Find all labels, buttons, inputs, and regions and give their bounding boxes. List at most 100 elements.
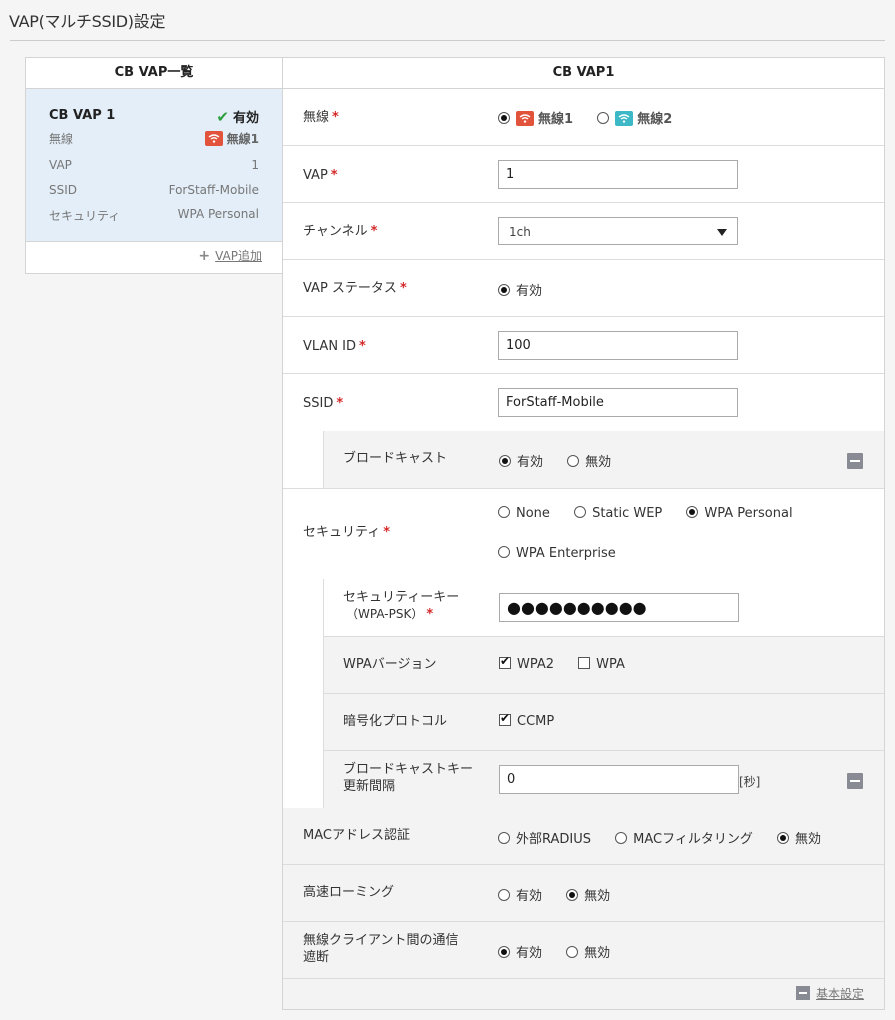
radio-button[interactable] — [498, 889, 510, 901]
rekey-input[interactable]: 0 — [499, 765, 739, 794]
wpa-version-label: WPAバージョン — [343, 657, 437, 672]
vlan-input[interactable]: 100 — [498, 331, 738, 360]
vap-card-row-value: ForStaff-Mobile — [168, 183, 259, 197]
radio-field-label: 無線 * — [303, 110, 339, 125]
vap-card-row-label: SSID — [49, 183, 78, 197]
security-row: セキュリティ * None Static WEP WPA Personal WPA… — [283, 489, 884, 809]
radio-button[interactable] — [498, 546, 510, 558]
fast-roaming-enabled-option[interactable]: 有効 — [498, 885, 542, 904]
fast-roaming-row: 高速ローミング 有効 無効 — [283, 865, 884, 922]
radio-button[interactable] — [567, 455, 580, 467]
vap-card-row-label: セキュリティ — [49, 209, 121, 223]
security-none-option[interactable]: None — [498, 506, 550, 521]
fast-roaming-disabled-option[interactable]: 無効 — [566, 885, 610, 904]
radio-field-options: 無線1 無線2 — [498, 108, 692, 127]
checkbox[interactable] — [499, 711, 511, 726]
vap-label: VAP * — [303, 168, 338, 183]
security-label: セキュリティ * — [303, 525, 391, 540]
ssid-row: SSID * ForStaff-Mobile ブロードキャスト 有効 無効 — [283, 374, 884, 489]
chevron-down-icon — [717, 229, 727, 236]
security-static-wep-option[interactable]: Static WEP — [574, 506, 662, 521]
broadcast-label: ブロードキャスト — [343, 451, 448, 466]
page-title: VAP(マルチSSID)設定 — [9, 12, 166, 31]
mac-auth-label: MACアドレス認証 — [303, 828, 410, 843]
vap-detail-heading: CB VAP1 — [283, 58, 884, 89]
radio-button[interactable] — [498, 946, 510, 958]
radio-button[interactable] — [498, 112, 510, 124]
collapse-icon — [795, 986, 810, 1000]
vap-card-row-value: 無線1 — [204, 130, 259, 147]
wifi-icon — [204, 131, 223, 146]
radio-button[interactable] — [498, 284, 510, 296]
security-key-label: セキュリティーキー （WPA-PSK） * — [343, 590, 460, 622]
radio-button[interactable] — [615, 832, 628, 844]
mac-auth-disabled-option[interactable]: 無効 — [777, 828, 821, 847]
vap-card-name: CB VAP 1 — [49, 108, 116, 123]
radio-field-row: 無線 * 無線1 無線2 — [283, 89, 884, 146]
panel-footer: 基本設定 — [283, 979, 884, 1009]
check-icon: ✔ — [216, 108, 229, 126]
client-isolation-row: 無線クライアント間の通信 遮断 有効 無効 — [283, 922, 884, 979]
ssid-input[interactable]: ForStaff-Mobile — [498, 388, 738, 417]
radio-button[interactable] — [499, 455, 511, 467]
mac-auth-filtering-option[interactable]: MACフィルタリング — [615, 828, 753, 847]
rekey-row: ブロードキャストキー 更新間隔 0 [秒] — [323, 751, 884, 808]
radio-option-2[interactable]: 無線2 — [597, 108, 672, 127]
vap-card-row-value: 1 — [251, 158, 259, 172]
mac-auth-row: MACアドレス認証 外部RADIUS MACフィルタリング 無効 — [283, 808, 884, 865]
radio-option-1[interactable]: 無線1 — [498, 108, 573, 127]
radio-button[interactable] — [498, 506, 510, 518]
client-isolation-label: 無線クライアント間の通信 遮断 — [303, 933, 459, 965]
vap-input[interactable]: 1 — [498, 160, 738, 189]
vlan-label: VLAN ID * — [303, 339, 366, 354]
vap-list-heading: CB VAP一覧 — [26, 58, 282, 89]
radio-button[interactable] — [498, 832, 510, 844]
channel-label: チャンネル * — [303, 224, 378, 239]
vap-card-row-radio: 無線 無線1 — [49, 130, 259, 147]
broadcast-disabled-option[interactable]: 無効 — [567, 451, 611, 470]
vap-status-enabled-option[interactable]: 有効 — [498, 280, 542, 299]
wpa-version-row: WPAバージョン WPA2 WPA — [323, 637, 884, 694]
vap-card-row-label: VAP — [49, 158, 72, 172]
radio-button[interactable] — [686, 506, 699, 518]
vap-card-row-value: WPA Personal — [177, 207, 259, 221]
vap-card-row-vap: VAP 1 — [49, 158, 259, 172]
vap-row: VAP * 1 — [283, 146, 884, 203]
security-wpa-personal-option[interactable]: WPA Personal — [686, 506, 793, 521]
rekey-unit: [秒] — [739, 775, 761, 789]
wpa2-checkbox-option[interactable]: WPA2 — [499, 654, 554, 672]
wpa-checkbox-option[interactable]: WPA — [578, 657, 625, 672]
broadcast-enabled-option[interactable]: 有効 — [499, 451, 543, 470]
radio-button[interactable] — [566, 946, 579, 958]
fast-roaming-label: 高速ローミング — [303, 885, 395, 900]
mac-auth-radius-option[interactable]: 外部RADIUS — [498, 828, 591, 847]
collapse-icon[interactable] — [847, 773, 863, 789]
client-isolation-disabled-option[interactable]: 無効 — [566, 942, 610, 961]
security-key-row: セキュリティーキー （WPA-PSK） * ●●●●●●●●●● — [323, 579, 884, 637]
security-key-input[interactable]: ●●●●●●●●●● — [499, 593, 739, 622]
security-wpa-enterprise-option[interactable]: WPA Enterprise — [498, 546, 616, 561]
checkbox[interactable] — [578, 657, 591, 669]
vlan-row: VLAN ID * 100 — [283, 317, 884, 374]
vap-card[interactable]: CB VAP 1 ✔ 有効 無線 無線1 VAP 1 SSID ForStaff-… — [26, 89, 282, 242]
vap-card-row-label: 無線 — [49, 132, 74, 146]
channel-select[interactable]: 1ch — [498, 217, 738, 245]
radio-button[interactable] — [597, 112, 610, 124]
client-isolation-enabled-option[interactable]: 有効 — [498, 942, 542, 961]
vap-card-row-value-text: 無線1 — [226, 132, 259, 146]
radio-button[interactable] — [574, 506, 587, 518]
checkbox[interactable] — [499, 654, 511, 669]
ccmp-checkbox-option[interactable]: CCMP — [499, 711, 554, 729]
vap-card-row-security: セキュリティ WPA Personal — [49, 207, 259, 224]
vap-card-status: ✔ 有効 — [216, 107, 259, 126]
radio-button[interactable] — [777, 832, 789, 844]
vap-card-status-text: 有効 — [232, 111, 259, 126]
wifi-icon — [516, 111, 534, 126]
radio-button[interactable] — [566, 889, 579, 901]
add-vap-button[interactable]: + VAP追加 — [198, 247, 262, 264]
basic-settings-toggle[interactable]: 基本設定 — [795, 985, 864, 1002]
collapse-icon[interactable] — [847, 453, 863, 469]
wifi-icon — [615, 111, 634, 126]
title-divider — [10, 40, 885, 41]
encryption-row: 暗号化プロトコル CCMP — [323, 694, 884, 751]
